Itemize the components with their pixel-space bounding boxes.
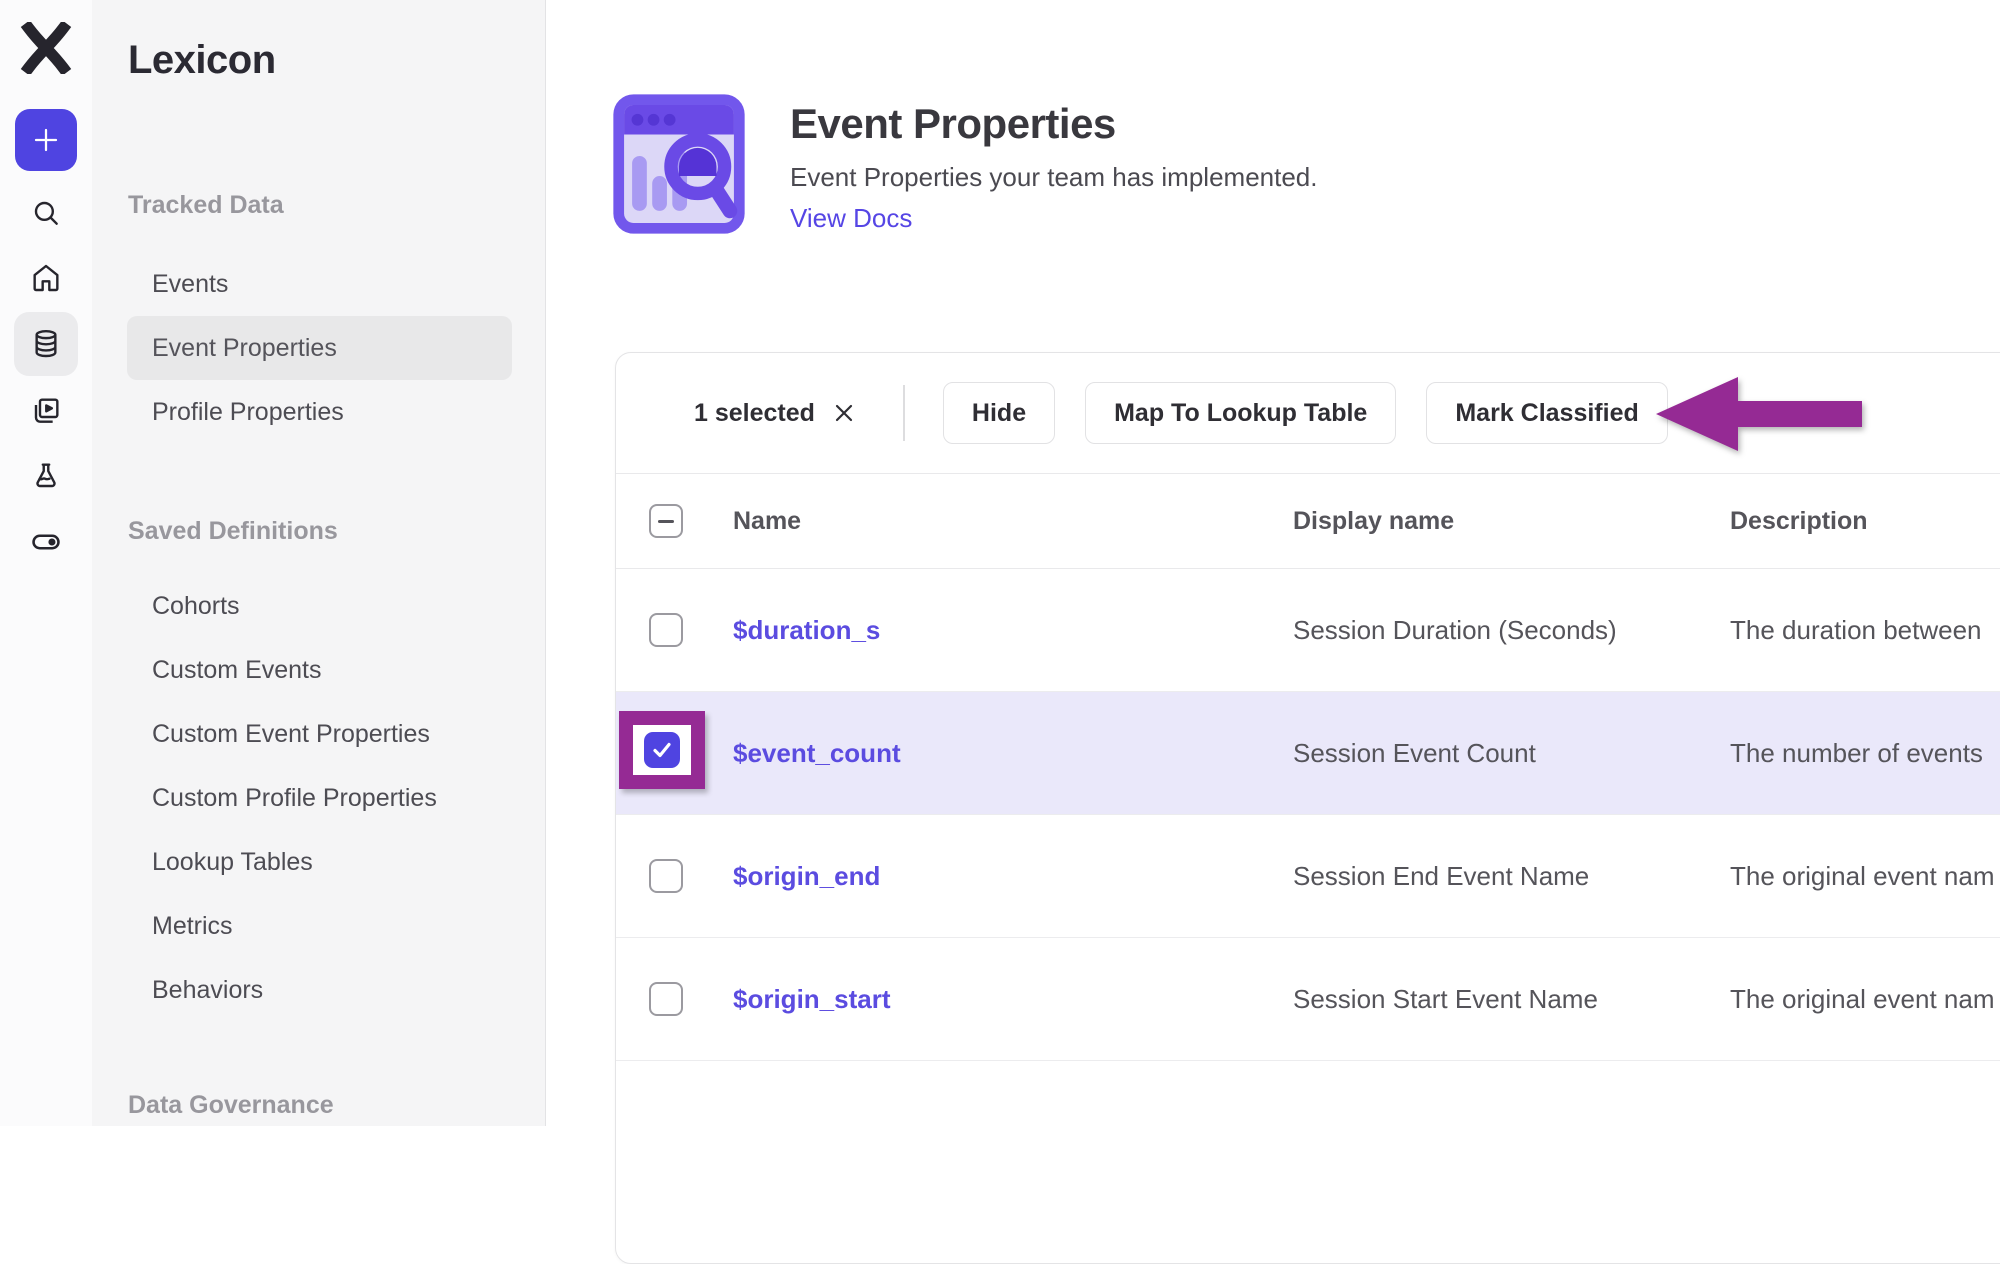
lexicon-sidebar: Lexicon Tracked Data Events Event Proper… bbox=[92, 0, 546, 1126]
table-header-row: Name Display name Description bbox=[616, 474, 2000, 569]
boards-icon[interactable] bbox=[22, 387, 70, 435]
icon-rail bbox=[0, 0, 93, 1126]
map-to-lookup-table-button[interactable]: Map To Lookup Table bbox=[1085, 382, 1396, 444]
sidebar-title: Lexicon bbox=[128, 36, 545, 84]
description-cell: The original event nam bbox=[1730, 861, 2000, 892]
annotation-highlight-inner bbox=[633, 725, 691, 775]
page-header: Event Properties Event Properties your t… bbox=[612, 93, 1317, 235]
column-header-display-name: Display name bbox=[1293, 507, 1730, 536]
sidebar-item-profile-properties[interactable]: Profile Properties bbox=[127, 380, 512, 444]
column-header-description: Description bbox=[1730, 507, 2000, 536]
search-icon[interactable] bbox=[22, 189, 70, 237]
saved-definitions-items: Cohorts Custom Events Custom Event Prope… bbox=[92, 574, 545, 1022]
description-cell: The duration between bbox=[1730, 615, 2000, 646]
sidebar-item-custom-events[interactable]: Custom Events bbox=[127, 638, 512, 702]
mixpanel-logo-icon bbox=[20, 22, 72, 74]
feature-toggle-icon[interactable] bbox=[22, 518, 70, 566]
event-properties-illustration-icon bbox=[612, 93, 746, 235]
checkmark-icon bbox=[650, 738, 674, 762]
sidebar-item-custom-profile-properties[interactable]: Custom Profile Properties bbox=[127, 766, 512, 830]
display-name-cell: Session Event Count bbox=[1293, 738, 1730, 769]
create-button[interactable] bbox=[15, 109, 77, 171]
sidebar-item-lookup-tables[interactable]: Lookup Tables bbox=[127, 830, 512, 894]
data-management-icon[interactable] bbox=[22, 320, 70, 368]
sidebar-item-custom-event-properties[interactable]: Custom Event Properties bbox=[127, 702, 512, 766]
indeterminate-dash-icon bbox=[658, 520, 674, 523]
hide-button[interactable]: Hide bbox=[943, 382, 1055, 444]
description-cell: The original event nam bbox=[1730, 984, 2000, 1015]
sidebar-item-events[interactable]: Events bbox=[127, 252, 512, 316]
page-title: Event Properties bbox=[790, 99, 1317, 149]
select-all-checkbox[interactable] bbox=[649, 504, 683, 538]
row-checkbox[interactable] bbox=[649, 859, 683, 893]
table-row[interactable]: $duration_s Session Duration (Seconds) T… bbox=[616, 569, 2000, 692]
property-name-link[interactable]: $origin_start bbox=[733, 984, 891, 1014]
annotation-arrow-icon bbox=[1656, 375, 1862, 455]
tracked-data-items: Events Event Properties Profile Properti… bbox=[92, 252, 545, 444]
display-name-cell: Session Duration (Seconds) bbox=[1293, 615, 1730, 646]
description-cell: The number of events bbox=[1730, 738, 2000, 769]
experiments-flask-icon[interactable] bbox=[22, 452, 70, 500]
mark-classified-button[interactable]: Mark Classified bbox=[1426, 382, 1667, 444]
clear-selection-icon[interactable] bbox=[831, 400, 857, 426]
property-name-link[interactable]: $origin_end bbox=[733, 861, 880, 891]
page-subtitle: Event Properties your team has implement… bbox=[790, 162, 1317, 192]
annotation-highlight-box bbox=[619, 711, 705, 789]
column-header-name: Name bbox=[733, 507, 1293, 536]
section-label-saved-definitions: Saved Definitions bbox=[128, 516, 545, 546]
view-docs-link[interactable]: View Docs bbox=[790, 203, 912, 233]
toolbar-divider bbox=[903, 385, 905, 441]
sidebar-item-metrics[interactable]: Metrics bbox=[127, 894, 512, 958]
section-label-tracked-data: Tracked Data bbox=[128, 190, 545, 220]
row-checkbox[interactable] bbox=[649, 613, 683, 647]
properties-table-card: 1 selected Hide Map To Lookup Table Mark… bbox=[615, 352, 2000, 1264]
home-icon[interactable] bbox=[22, 254, 70, 302]
property-name-link[interactable]: $duration_s bbox=[733, 615, 880, 645]
table-row[interactable]: $origin_end Session End Event Name The o… bbox=[616, 815, 2000, 938]
row-checkbox[interactable] bbox=[649, 982, 683, 1016]
row-checkbox-checked[interactable] bbox=[644, 732, 680, 768]
selection-group: 1 selected bbox=[694, 399, 857, 428]
table-row-selected[interactable]: $event_count Session Event Count The num… bbox=[616, 692, 2000, 815]
property-name-link[interactable]: $event_count bbox=[733, 738, 901, 768]
sidebar-item-event-properties[interactable]: Event Properties bbox=[127, 316, 512, 380]
table-row[interactable]: $origin_start Session Start Event Name T… bbox=[616, 938, 2000, 1061]
display-name-cell: Session End Event Name bbox=[1293, 861, 1730, 892]
sidebar-item-behaviors[interactable]: Behaviors bbox=[127, 958, 512, 1022]
plus-icon bbox=[31, 125, 61, 155]
section-label-data-governance: Data Governance bbox=[128, 1090, 545, 1120]
sidebar-item-cohorts[interactable]: Cohorts bbox=[127, 574, 512, 638]
selection-count: 1 selected bbox=[694, 399, 815, 428]
page-header-text: Event Properties Event Properties your t… bbox=[790, 93, 1317, 235]
display-name-cell: Session Start Event Name bbox=[1293, 984, 1730, 1015]
